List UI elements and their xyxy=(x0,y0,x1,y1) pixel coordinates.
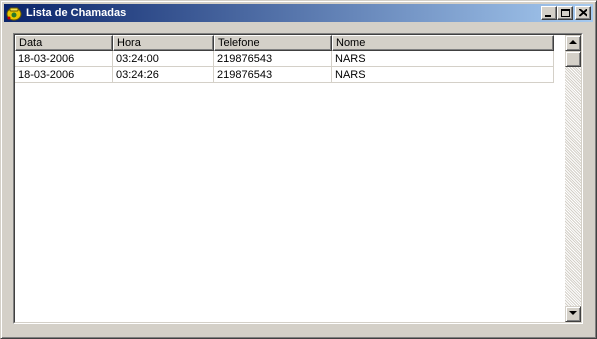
column-header-telefone[interactable]: Telefone xyxy=(214,35,332,51)
vertical-scrollbar[interactable] xyxy=(565,35,581,322)
title-bar[interactable]: Lista de Chamadas xyxy=(4,4,593,22)
minimize-button[interactable] xyxy=(541,6,557,20)
table-row[interactable]: 18-03-2006 03:24:00 219876543 NARS xyxy=(15,51,554,67)
cell-data: 18-03-2006 xyxy=(15,51,113,67)
cell-nome: NARS xyxy=(332,67,554,83)
cell-hora: 03:24:00 xyxy=(113,51,214,67)
scroll-down-button[interactable] xyxy=(565,306,581,322)
cell-telefone: 219876543 xyxy=(214,51,332,67)
arrow-down-icon xyxy=(569,311,577,315)
cell-nome: NARS xyxy=(332,51,554,67)
cell-hora: 03:24:26 xyxy=(113,67,214,83)
column-header-data[interactable]: Data xyxy=(15,35,113,51)
column-header-nome[interactable]: Nome xyxy=(332,35,554,51)
maximize-button[interactable] xyxy=(557,6,573,20)
cell-data: 18-03-2006 xyxy=(15,67,113,83)
maximize-icon xyxy=(561,9,570,17)
scroll-up-button[interactable] xyxy=(565,35,581,51)
scroll-thumb[interactable] xyxy=(565,51,581,67)
table-row[interactable]: 18-03-2006 03:24:26 219876543 NARS xyxy=(15,67,554,83)
cell-telefone: 219876543 xyxy=(214,67,332,83)
phone-app-icon xyxy=(6,7,22,21)
column-header-hora[interactable]: Hora xyxy=(113,35,214,51)
call-list-window: Lista de Chamadas Data Hora Telefone Nom xyxy=(0,0,597,339)
arrow-up-icon xyxy=(569,40,577,44)
call-list-view[interactable]: Data Hora Telefone Nome 18-03-2006 03:24… xyxy=(13,33,583,324)
window-title: Lista de Chamadas xyxy=(26,7,127,19)
close-button[interactable] xyxy=(575,6,591,20)
list-header: Data Hora Telefone Nome xyxy=(15,35,554,51)
minimize-icon xyxy=(545,15,551,17)
close-icon xyxy=(579,9,587,17)
